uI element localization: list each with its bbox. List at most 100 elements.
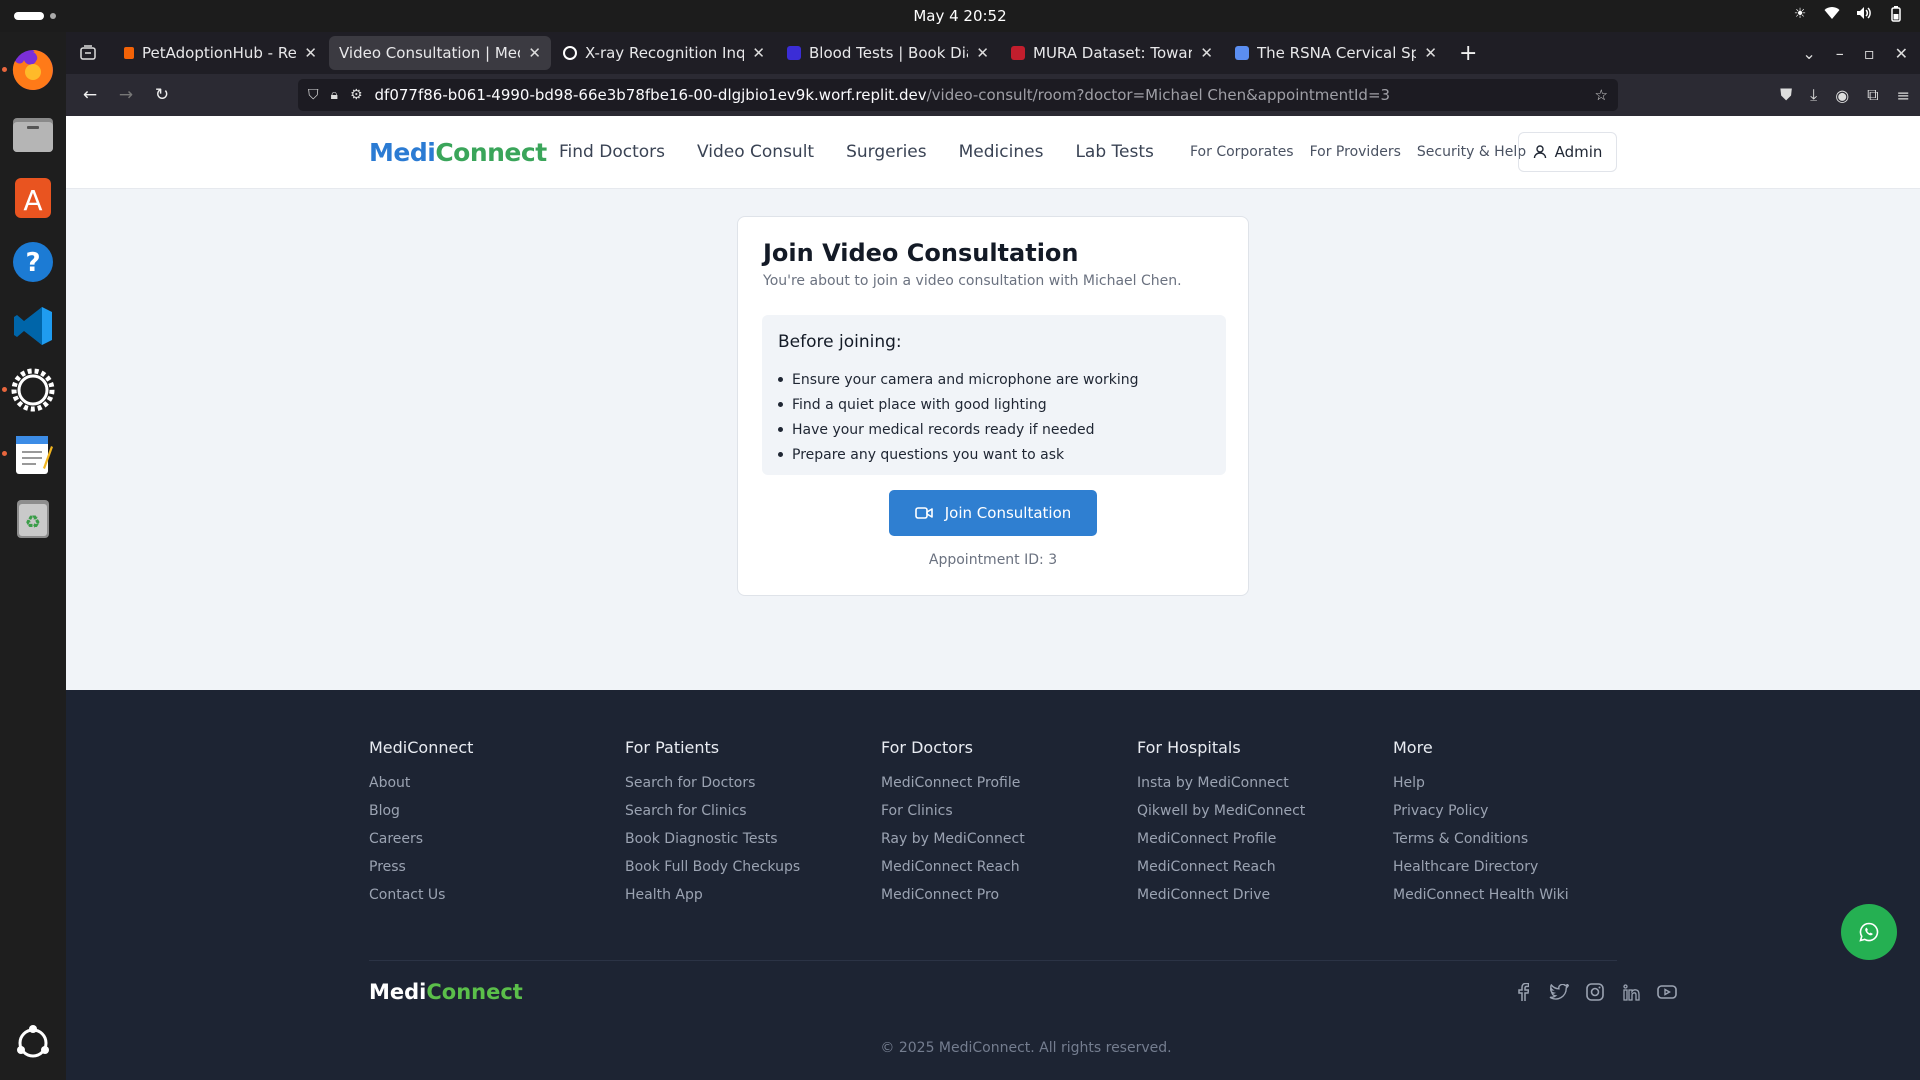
system-top-bar: May 4 20:52 ☀ — [0, 0, 1920, 32]
footer-link[interactable]: Privacy Policy — [1393, 803, 1569, 831]
tab-blood-tests[interactable]: Blood Tests | Book Diagnc ✕ — [777, 36, 999, 70]
nav-security-help[interactable]: Security & Help — [1417, 144, 1526, 160]
tab-rsna-cervical-spine[interactable]: The RSNA Cervical Spine F ✕ — [1225, 36, 1447, 70]
extensions-icon[interactable]: ⧉ — [1867, 85, 1878, 105]
nav-video-consult[interactable]: Video Consult — [697, 142, 814, 162]
footer-link[interactable]: Healthcare Directory — [1393, 859, 1569, 887]
list-all-tabs-icon[interactable]: ⌄ — [1802, 44, 1815, 63]
back-button[interactable]: ← — [76, 81, 104, 109]
footer-link[interactable]: Book Diagnostic Tests — [625, 831, 800, 859]
trash-icon[interactable]: ♻ — [8, 493, 58, 543]
minimize-window-button[interactable]: – — [1836, 44, 1844, 63]
vscode-icon[interactable] — [8, 301, 58, 351]
site-logo[interactable]: MediConnect — [369, 138, 547, 167]
new-tab-button[interactable]: + — [1459, 41, 1477, 66]
files-icon[interactable] — [8, 109, 58, 159]
footer-link[interactable]: Qikwell by MediConnect — [1137, 803, 1305, 831]
nav-find-doctors[interactable]: Find Doctors — [559, 142, 665, 162]
youtube-icon[interactable] — [1657, 982, 1677, 1002]
checklist: Ensure your camera and microphone are wo… — [778, 367, 1139, 467]
pocket-icon[interactable]: ⛊ — [1780, 85, 1792, 105]
url-path: /video-consult/room?doctor=Michael Chen&… — [926, 86, 1391, 104]
close-tab-icon[interactable]: ✕ — [1424, 44, 1437, 62]
footer-link[interactable]: MediConnect Pro — [881, 887, 1025, 915]
join-label: Join Consultation — [944, 504, 1072, 522]
nav-for-providers[interactable]: For Providers — [1310, 144, 1401, 160]
activities-button[interactable] — [14, 12, 44, 20]
bookmark-star-icon[interactable]: ☆ — [1595, 86, 1608, 104]
tab-mura-dataset[interactable]: MURA Dataset: Towards F ✕ — [1001, 36, 1223, 70]
join-consultation-button[interactable]: Join Consultation — [889, 490, 1097, 536]
checklist-text: Have your medical records ready if neede… — [792, 421, 1095, 438]
footer-link[interactable]: Book Full Body Checkups — [625, 859, 800, 887]
address-bar[interactable]: ⛉ 🔒︎ ⚙ df077f86-b061-4990-bd98-66e3b78fb… — [298, 79, 1618, 111]
firefox-icon[interactable] — [2, 45, 58, 95]
battery-icon[interactable] — [1888, 6, 1904, 22]
restore-window-button[interactable]: ▫ — [1864, 44, 1875, 63]
footer-link[interactable]: For Clinics — [881, 803, 1025, 831]
lock-icon[interactable]: 🔒︎ — [331, 87, 338, 103]
tab-petadoptionhub[interactable]: PetAdoptionHub - Replit ✕ — [114, 36, 327, 70]
footer-link[interactable]: Health App — [625, 887, 800, 915]
nav-for-corporates[interactable]: For Corporates — [1190, 144, 1294, 160]
footer-link[interactable]: MediConnect Drive — [1137, 887, 1305, 915]
tab-overview-icon[interactable] — [74, 39, 102, 67]
close-tab-icon[interactable]: ✕ — [752, 44, 765, 62]
account-icon[interactable]: ◉ — [1835, 86, 1849, 105]
footer-link[interactable]: Insta by MediConnect — [1137, 775, 1305, 803]
forward-button[interactable]: → — [112, 81, 140, 109]
footer-link[interactable]: About — [369, 775, 473, 803]
instagram-icon[interactable] — [1585, 982, 1605, 1002]
footer-link[interactable]: MediConnect Profile — [881, 775, 1025, 803]
footer-divider — [369, 960, 1617, 961]
volume-icon[interactable] — [1856, 6, 1872, 22]
nav-surgeries[interactable]: Surgeries — [846, 142, 927, 162]
footer-link[interactable]: MediConnect Reach — [881, 859, 1025, 887]
brightness-icon[interactable]: ☀ — [1792, 6, 1808, 22]
tab-xray-recognition[interactable]: X-ray Recognition Inquiry ✕ — [553, 36, 775, 70]
close-tab-icon[interactable]: ✕ — [976, 44, 989, 62]
whatsapp-chat-button[interactable] — [1841, 904, 1897, 960]
nav-medicines[interactable]: Medicines — [959, 142, 1044, 162]
footer-link[interactable]: Terms & Conditions — [1393, 831, 1569, 859]
shield-icon[interactable]: ⛉ — [308, 87, 319, 103]
footer-link[interactable]: MediConnect Health Wiki — [1393, 887, 1569, 915]
footer-link[interactable]: Contact Us — [369, 887, 473, 915]
footer-link[interactable]: Search for Doctors — [625, 775, 800, 803]
settings-icon[interactable] — [2, 365, 58, 415]
close-tab-icon[interactable]: ✕ — [304, 44, 317, 62]
downloads-icon[interactable]: ⤓ — [1810, 85, 1817, 105]
permissions-icon[interactable]: ⚙ — [350, 87, 363, 103]
clock[interactable]: May 4 20:52 — [913, 7, 1006, 25]
footer-link[interactable]: Blog — [369, 803, 473, 831]
facebook-icon[interactable] — [1513, 982, 1533, 1002]
footer-link[interactable]: MediConnect Reach — [1137, 859, 1305, 887]
help-icon[interactable]: ? — [8, 237, 58, 287]
linkedin-icon[interactable] — [1621, 982, 1641, 1002]
admin-button[interactable]: Admin — [1518, 132, 1617, 172]
footer-link[interactable]: Ray by MediConnect — [881, 831, 1025, 859]
footer-col-hospitals: For Hospitals Insta by MediConnect Qikwe… — [1137, 738, 1305, 915]
social-links — [1513, 982, 1677, 1002]
footer-link[interactable]: Careers — [369, 831, 473, 859]
close-tab-icon[interactable]: ✕ — [1200, 44, 1213, 62]
close-window-button[interactable]: ✕ — [1895, 44, 1908, 63]
menu-icon[interactable]: ≡ — [1897, 86, 1910, 105]
web-page: MediConnect Find Doctors Video Consult S… — [66, 116, 1920, 1080]
reload-button[interactable]: ↻ — [148, 81, 176, 109]
footer-link[interactable]: Press — [369, 859, 473, 887]
show-apps-icon[interactable] — [8, 1018, 58, 1068]
twitter-icon[interactable] — [1549, 982, 1569, 1002]
footer-heading: For Patients — [625, 738, 720, 757]
footer-link[interactable]: Search for Clinics — [625, 803, 800, 831]
nav-lab-tests[interactable]: Lab Tests — [1075, 142, 1153, 162]
close-tab-icon[interactable]: ✕ — [528, 44, 541, 62]
footer-logo[interactable]: MediConnect — [369, 980, 523, 1004]
text-editor-icon[interactable] — [2, 429, 58, 479]
tab-video-consultation[interactable]: Video Consultation | MediCo ✕ — [329, 36, 551, 70]
wifi-icon[interactable] — [1824, 6, 1840, 22]
footer-link[interactable]: Help — [1393, 775, 1569, 803]
ubuntu-dock: A ? ♻ — [0, 32, 66, 1080]
app-center-icon[interactable]: A — [8, 173, 58, 223]
footer-link[interactable]: MediConnect Profile — [1137, 831, 1305, 859]
